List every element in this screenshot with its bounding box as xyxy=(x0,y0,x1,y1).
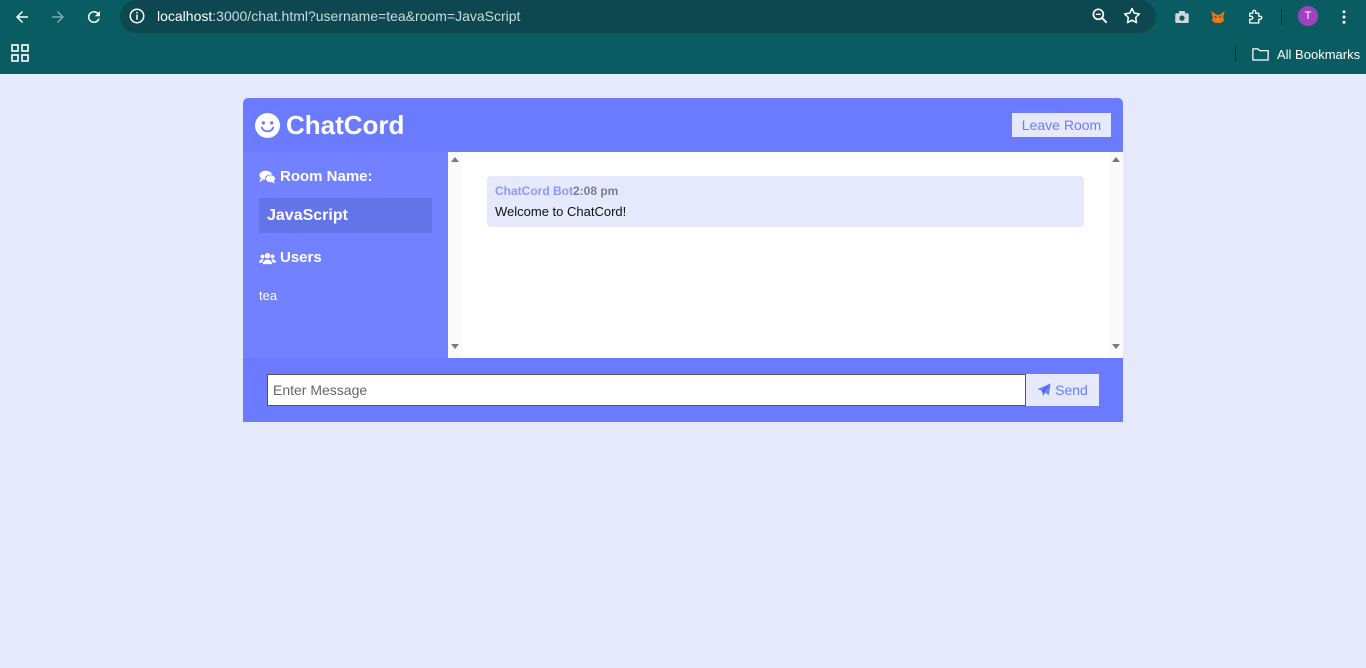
message-time: 2:08 pm xyxy=(573,184,619,198)
user-list-item: tea xyxy=(259,288,278,303)
scroll-down-arrow-icon[interactable] xyxy=(451,344,459,349)
chat-messages[interactable]: ChatCord Bot2:08 pm Welcome to ChatCord! xyxy=(448,152,1123,358)
brand-logo: ChatCord xyxy=(255,110,404,141)
apps-grid-icon[interactable] xyxy=(11,44,29,62)
right-scrollbar[interactable] xyxy=(1109,152,1123,358)
send-label: Send xyxy=(1055,382,1088,398)
room-name: JavaScript xyxy=(259,198,432,233)
reload-icon xyxy=(87,11,100,24)
browser-toolbar: localhost:3000/chat.html?username=tea&ro… xyxy=(0,0,1366,34)
message-sender: ChatCord Bot xyxy=(495,184,573,198)
back-button[interactable] xyxy=(9,4,35,30)
screenshot-extension-button[interactable] xyxy=(1171,6,1193,28)
all-bookmarks-button[interactable]: All Bookmarks xyxy=(1252,45,1360,63)
all-bookmarks-label: All Bookmarks xyxy=(1277,46,1361,62)
metamask-extension-button[interactable] xyxy=(1207,6,1229,28)
message-input[interactable] xyxy=(267,374,1026,406)
folder-icon xyxy=(1252,48,1269,61)
chat-container: ChatCord Leave Room Room Name: JavaScrip… xyxy=(243,98,1123,422)
profile-avatar[interactable]: T xyxy=(1298,6,1318,26)
browser-menu-button[interactable] xyxy=(1333,6,1355,28)
chat-header: ChatCord Leave Room xyxy=(243,98,1123,152)
room-heading-label: Room Name: xyxy=(280,168,373,185)
url-path: :3000/chat.html?username=tea&room=JavaSc… xyxy=(212,8,521,24)
users-icon xyxy=(259,252,276,264)
browser-chrome: localhost:3000/chat.html?username=tea&ro… xyxy=(0,0,1366,74)
reload-button[interactable] xyxy=(81,4,107,30)
camera-icon xyxy=(1175,11,1189,23)
bookmarks-bar: All Bookmarks xyxy=(0,34,1366,74)
bookmarks-divider xyxy=(1235,45,1236,61)
message-meta: ChatCord Bot2:08 pm xyxy=(495,184,618,198)
message-text: Welcome to ChatCord! xyxy=(495,204,627,219)
puzzle-icon xyxy=(1249,9,1263,24)
users-heading-label: Users xyxy=(280,249,322,266)
url-host: localhost xyxy=(157,8,213,24)
site-info-icon[interactable] xyxy=(128,7,146,25)
forward-button[interactable] xyxy=(45,4,71,30)
zoom-icon[interactable] xyxy=(1090,6,1110,26)
smile-icon xyxy=(255,113,280,138)
chat-message: ChatCord Bot2:08 pm Welcome to ChatCord! xyxy=(487,176,1084,227)
toolbar-divider xyxy=(1281,9,1282,25)
leave-room-button[interactable]: Leave Room xyxy=(1012,113,1111,137)
room-heading: Room Name: xyxy=(259,168,373,185)
arrow-left-icon xyxy=(16,11,28,23)
bookmark-star-icon[interactable] xyxy=(1122,6,1142,26)
scroll-up-arrow-icon[interactable] xyxy=(1112,157,1120,162)
arrow-right-icon xyxy=(52,11,64,23)
fox-icon xyxy=(1211,11,1225,23)
paper-plane-icon xyxy=(1037,383,1051,397)
chat-sidebar: Room Name: JavaScript Users tea xyxy=(243,152,448,358)
scroll-up-arrow-icon[interactable] xyxy=(451,157,459,162)
extensions-button[interactable] xyxy=(1244,6,1266,28)
comments-icon xyxy=(259,170,276,183)
chat-form-container: Send xyxy=(243,358,1123,422)
address-bar[interactable]: localhost:3000/chat.html?username=tea&ro… xyxy=(120,0,1156,33)
users-heading: Users xyxy=(259,249,322,266)
brand-title: ChatCord xyxy=(286,110,405,140)
left-scrollbar[interactable] xyxy=(448,152,462,358)
send-button[interactable]: Send xyxy=(1026,374,1099,406)
url-text[interactable]: localhost:3000/chat.html?username=tea&ro… xyxy=(157,8,520,24)
kebab-menu-icon xyxy=(1342,10,1346,24)
scroll-down-arrow-icon[interactable] xyxy=(1112,344,1120,349)
